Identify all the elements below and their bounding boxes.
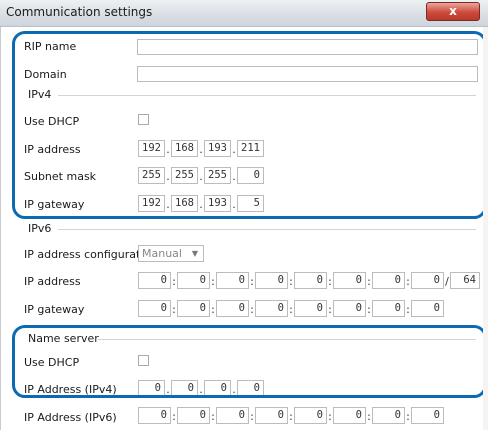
name-server-ipv6-hextet-3[interactable]: 0 <box>216 407 249 424</box>
name-server-ipv6-hextet-6[interactable]: 0 <box>333 407 366 424</box>
ipv6-config-value: Manual <box>142 247 182 260</box>
ipv6-gateway-hextet-6[interactable]: 0 <box>333 300 366 317</box>
name-server-section-highlight <box>12 325 487 398</box>
close-button[interactable]: x <box>426 2 480 21</box>
name-server-ipv6-hextet-5[interactable]: 0 <box>294 407 327 424</box>
name-server-ipv6-hextet-7[interactable]: 0 <box>372 407 405 424</box>
ipv6-address-hextet-4[interactable]: 0 <box>255 272 288 289</box>
ipv6-address-label: IP address <box>24 275 81 288</box>
name-server-ipv6-hextet-1[interactable]: 0 <box>138 407 171 424</box>
scrollbar[interactable] <box>483 27 488 430</box>
ipv6-gateway-hextet-2[interactable]: 0 <box>177 300 210 317</box>
ipv6-gateway-hextet-7[interactable]: 0 <box>372 300 405 317</box>
ipv6-gateway-hextet-1[interactable]: 0 <box>138 300 171 317</box>
name-server-ipv6-hextet-2[interactable]: 0 <box>177 407 210 424</box>
ipv6-gateway-hextet-8[interactable]: 0 <box>411 300 444 317</box>
close-icon: x <box>449 4 457 18</box>
ipv6-config-select[interactable]: Manual ▼ <box>138 245 204 262</box>
ipv6-gateway-hextet-4[interactable]: 0 <box>255 300 288 317</box>
ipv4-section-highlight <box>12 31 487 219</box>
ipv6-address-hextet-1[interactable]: 0 <box>138 272 171 289</box>
title-bar: Communication settings x <box>0 0 488 27</box>
name-server-ipv6-label: IP Address (IPv6) <box>24 411 117 424</box>
ipv6-group-line <box>58 229 476 230</box>
ipv6-address-hextet-8[interactable]: 0 <box>411 272 444 289</box>
ipv6-address-hextet-7[interactable]: 0 <box>372 272 405 289</box>
ipv6-gateway-hextet-5[interactable]: 0 <box>294 300 327 317</box>
ipv6-gateway-label: IP gateway <box>24 303 85 316</box>
ipv6-prefix-length[interactable]: 64 <box>450 272 480 289</box>
chevron-down-icon: ▼ <box>191 249 198 258</box>
ipv6-address-hextet-2[interactable]: 0 <box>177 272 210 289</box>
ipv6-address-hextet-3[interactable]: 0 <box>216 272 249 289</box>
window-title: Communication settings <box>6 5 153 19</box>
ipv6-gateway-hextet-3[interactable]: 0 <box>216 300 249 317</box>
name-server-ipv6-hextet-8[interactable]: 0 <box>411 407 444 424</box>
ipv6-address-hextet-6[interactable]: 0 <box>333 272 366 289</box>
name-server-ipv6-hextet-4[interactable]: 0 <box>255 407 288 424</box>
ipv6-address-hextet-5[interactable]: 0 <box>294 272 327 289</box>
ipv6-group-title: IPv6 <box>28 222 52 235</box>
